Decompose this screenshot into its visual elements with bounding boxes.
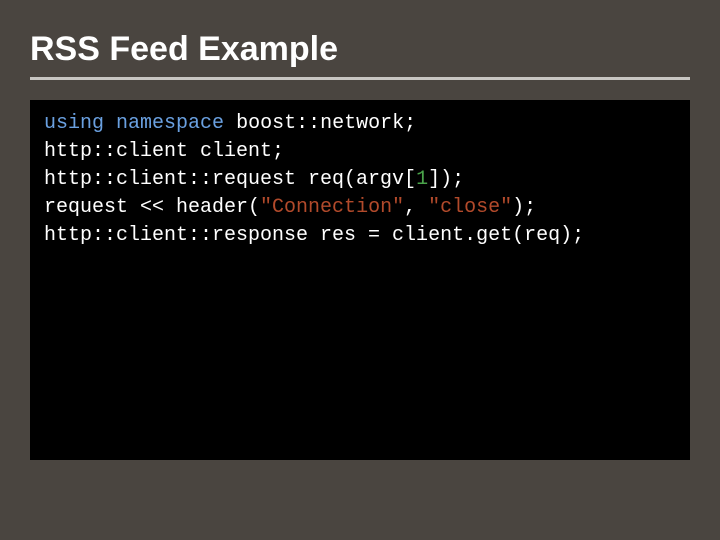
string-literal: "Connection": [260, 196, 404, 219]
code-text: http::client client;: [44, 140, 284, 163]
code-line-5: http::client::response res = client.get(…: [44, 224, 584, 247]
page-title: RSS Feed Example: [30, 30, 690, 69]
code-text: boost::network;: [224, 112, 416, 135]
keyword-using: using: [44, 112, 104, 135]
slide: RSS Feed Example using namespace boost::…: [0, 0, 720, 540]
keyword-namespace: namespace: [116, 112, 224, 135]
code-text: http::client::request req(argv[: [44, 168, 416, 191]
code-text: ,: [404, 196, 428, 219]
code-line-3: http::client::request req(argv[1]);: [44, 168, 464, 191]
code-text: request << header(: [44, 196, 260, 219]
code-text: ]);: [428, 168, 464, 191]
number-literal: 1: [416, 168, 428, 191]
code-line-2: http::client client;: [44, 140, 284, 163]
code-text: );: [512, 196, 536, 219]
string-literal: "close": [428, 196, 512, 219]
code-line-1: using namespace boost::network;: [44, 112, 416, 135]
code-block: using namespace boost::network; http::cl…: [30, 100, 690, 460]
code-line-4: request << header("Connection", "close")…: [44, 196, 536, 219]
title-underline: [30, 77, 690, 80]
code-text: http::client::response res = client.get(…: [44, 224, 584, 247]
